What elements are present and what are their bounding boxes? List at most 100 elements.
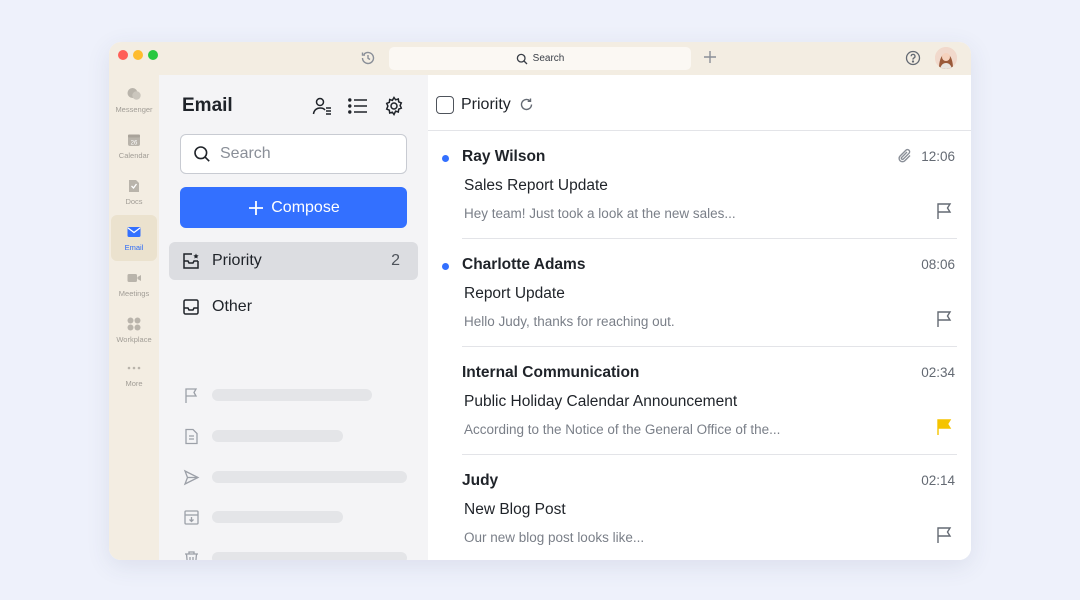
email-search-input[interactable] (220, 145, 400, 163)
document-icon (185, 428, 198, 444)
archive-icon (184, 509, 199, 525)
user-avatar[interactable] (935, 47, 957, 69)
global-search-bar[interactable]: Search (389, 47, 691, 70)
folder-label-priority: Priority (212, 252, 262, 269)
email-row[interactable]: Charlotte Adams 08:06 Report Update Hell… (428, 240, 971, 347)
priority-inbox-icon (183, 253, 199, 269)
email-time: 08:06 (921, 257, 955, 272)
flag-icon[interactable] (935, 526, 953, 544)
placeholder-bar (212, 389, 372, 401)
row-divider (462, 238, 957, 239)
sidebar-title: Email (182, 95, 233, 116)
folder-placeholder-drafts[interactable] (183, 426, 343, 446)
settings-gear-icon[interactable] (383, 95, 405, 117)
plus-icon (249, 200, 264, 215)
email-sidebar: Email Compose Priority 2 (159, 75, 428, 560)
rail-item-docs[interactable]: Docs (111, 169, 157, 215)
svg-text:26: 26 (131, 140, 138, 146)
email-sender: Internal Communication (462, 364, 640, 381)
email-search-field[interactable] (180, 134, 407, 174)
email-row[interactable]: Internal Communication 02:34 Public Holi… (428, 348, 971, 455)
email-subject: Report Update (464, 285, 565, 302)
flag-icon (185, 387, 198, 403)
apps-grid-icon (127, 317, 141, 331)
placeholder-bar (212, 511, 343, 523)
title-bar: Search (109, 42, 971, 75)
row-divider (462, 454, 957, 455)
select-all-checkbox[interactable] (436, 96, 454, 114)
unread-indicator (442, 155, 449, 162)
email-sender: Ray Wilson (462, 148, 546, 165)
rail-label-more: More (125, 379, 143, 388)
maximize-window-button[interactable] (148, 50, 158, 60)
email-icon (127, 227, 141, 237)
attachment-icon (898, 148, 911, 163)
email-subject: New Blog Post (464, 501, 566, 518)
email-time: 02:14 (921, 473, 955, 488)
calendar-icon: 26 (128, 134, 140, 146)
rail-item-more[interactable]: More (111, 351, 157, 397)
app-window: Search Messenger 26 Calendar Docs Email … (109, 42, 971, 560)
folder-label-other: Other (212, 298, 253, 315)
email-row[interactable]: Ray Wilson 12:06 Sales Report Update Hey… (428, 132, 971, 239)
email-time: 02:34 (921, 365, 955, 380)
rail-item-email[interactable]: Email (111, 215, 157, 261)
email-list-title: Priority (461, 96, 511, 113)
folder-count-priority: 2 (391, 252, 400, 269)
placeholder-bar (212, 552, 407, 560)
flag-icon[interactable] (935, 202, 953, 220)
email-list-header: Priority (428, 75, 971, 131)
folder-placeholder-archive[interactable] (183, 507, 343, 527)
close-window-button[interactable] (118, 50, 128, 60)
email-preview: Hello Judy, thanks for reaching out. (464, 314, 675, 329)
email-sender: Charlotte Adams (462, 256, 586, 273)
email-sender: Judy (462, 472, 499, 489)
folder-priority[interactable]: Priority 2 (169, 242, 418, 280)
list-view-icon[interactable] (347, 95, 369, 117)
email-preview: Hey team! Just took a look at the new sa… (464, 206, 736, 221)
rail-label-email: Email (124, 243, 144, 252)
contacts-filter-icon[interactable] (311, 95, 333, 117)
rail-item-workplace[interactable]: Workplace (111, 307, 157, 353)
docs-icon (129, 180, 139, 192)
flag-icon[interactable] (935, 310, 953, 328)
help-icon[interactable] (905, 50, 921, 66)
rail-label-messenger: Messenger (115, 105, 153, 114)
email-preview: Our new blog post looks like... (464, 530, 645, 545)
email-list-panel: Priority Ray Wilson 12:06 Sales Report U… (428, 75, 971, 560)
rail-item-calendar[interactable]: 26 Calendar (111, 123, 157, 169)
rail-label-meetings: Meetings (118, 289, 150, 298)
video-icon (127, 274, 141, 282)
inbox-icon (183, 299, 199, 315)
trash-icon (185, 550, 198, 560)
compose-label: Compose (271, 198, 340, 216)
folder-placeholder-sent[interactable] (183, 467, 407, 487)
compose-button[interactable]: Compose (180, 187, 407, 228)
flag-filled-icon[interactable] (935, 418, 953, 436)
new-tab-plus-icon[interactable] (701, 48, 719, 66)
app-rail: Messenger 26 Calendar Docs Email Meeting… (109, 75, 159, 560)
rail-label-workplace: Workplace (116, 335, 152, 344)
rail-label-calendar: Calendar (118, 151, 150, 160)
placeholder-bar (212, 430, 343, 442)
global-search-label: Search (532, 53, 565, 64)
rail-item-meetings[interactable]: Meetings (111, 261, 157, 307)
rail-item-messenger[interactable]: Messenger (111, 77, 157, 123)
email-preview: According to the Notice of the General O… (464, 422, 781, 437)
folder-placeholder-trash[interactable] (183, 548, 407, 560)
send-icon (183, 469, 200, 485)
rail-label-docs: Docs (125, 197, 143, 206)
email-subject: Sales Report Update (464, 177, 608, 194)
folder-other[interactable]: Other (169, 288, 418, 326)
refresh-icon[interactable] (519, 97, 534, 112)
email-time: 12:06 (921, 149, 955, 164)
unread-indicator (442, 263, 449, 270)
history-icon[interactable] (360, 50, 376, 66)
email-row[interactable]: Judy 02:14 New Blog Post Our new blog po… (428, 456, 971, 560)
minimize-window-button[interactable] (133, 50, 143, 60)
email-subject: Public Holiday Calendar Announcement (464, 393, 738, 410)
folder-placeholder-flagged[interactable] (183, 385, 372, 405)
more-dots-icon (127, 366, 141, 370)
placeholder-bar (212, 471, 407, 483)
search-icon (516, 53, 528, 64)
